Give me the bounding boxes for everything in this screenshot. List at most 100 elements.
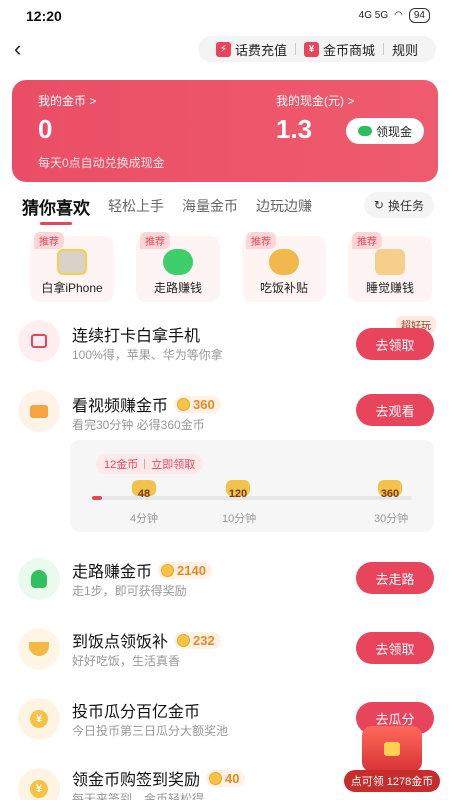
task-desc: 100%得，苹果、华为等你拿 (72, 348, 223, 362)
task-row-meal: 到饭点领饭补 232 好好吃饭，生活真香 去领取 (0, 626, 450, 676)
switch-task-label: 换任务 (387, 198, 424, 213)
recharge-label: 话费充值 (234, 42, 287, 58)
task-title-text: 连续打卡白拿手机 (72, 328, 201, 345)
network-indicator: 4G 5G (358, 10, 389, 21)
coin-icon (177, 633, 191, 647)
task-desc: 看完30分钟 必得360金币 (72, 418, 205, 432)
sleeping-person-icon (375, 249, 405, 275)
task-title-text: 走路赚金币 (72, 564, 153, 581)
task-title: 看视频赚金币 360 (72, 392, 221, 416)
video-camera-icon (18, 390, 60, 432)
claim-button[interactable]: 去领取 (356, 328, 434, 360)
coin-mall-button[interactable]: ¥ 金币商城 (296, 40, 383, 59)
task-desc: 好好吃饭，生活真香 (72, 654, 181, 668)
quick-entry-label: 走路赚钱 (153, 281, 202, 295)
back-arrow-icon[interactable]: ‹ (14, 38, 38, 62)
claim-chip[interactable]: 12金币 立即领取 (96, 454, 204, 474)
quick-entry-meal[interactable]: 推荐 吃饭补贴 (242, 232, 326, 302)
task-title: 连续打卡白拿手机 (72, 322, 200, 346)
battery-indicator: 94 (408, 8, 430, 23)
yen-icon: ¥ (303, 41, 319, 57)
quick-entry-iphone[interactable]: 推荐 白拿iPhone (30, 232, 114, 302)
coin-icon (161, 563, 175, 577)
coin-mall-label: 金币商城 (322, 42, 375, 58)
coin-yuan-icon: ¥ (18, 698, 60, 740)
quick-entry-walk[interactable]: 推荐 走路赚钱 (136, 232, 220, 302)
my-cash-link[interactable]: 我的现金(元) > (276, 92, 354, 109)
lightning-icon: ⚡ (215, 41, 231, 57)
coins-value: 0 (38, 114, 53, 144)
coin-bag-icon: 48 (132, 480, 156, 500)
switch-task-button[interactable]: ↻ 换任务 (363, 192, 434, 218)
top-nav: ‹ ⚡ 话费充值 ¥ 金币商城 规则 (0, 34, 450, 66)
chip-claim: 立即领取 (151, 459, 196, 471)
status-icons: 4G 5G ◠ 94 (359, 8, 430, 23)
coin-bag-icon: 360 (378, 480, 402, 500)
quick-entry-row: 推荐 白拿iPhone 推荐 走路赚钱 推荐 吃饭补贴 推荐 睡觉赚钱 (30, 232, 432, 302)
coin-reward-pill: 360 (174, 395, 221, 413)
coin-reward-pill: 40 (206, 769, 246, 787)
task-title: 领金币购签到奖励 40 (72, 766, 246, 790)
task-desc: 走1步，即可获得奖励 (72, 584, 187, 598)
chip-coins: 12金币 (104, 459, 139, 471)
task-row-walk: 走路赚金币 2140 走1步，即可获得奖励 去走路 (0, 556, 450, 606)
withdraw-label: 领现金 (375, 124, 412, 139)
wechat-icon (357, 126, 372, 136)
tab-easy-start[interactable]: 轻松上手 (108, 196, 164, 216)
chip-divider (144, 459, 146, 469)
quick-entry-label: 睡觉赚钱 (365, 281, 414, 295)
rules-label: 规则 (391, 42, 418, 58)
recommend-badge: 推荐 (352, 232, 382, 249)
task-title: 走路赚金币 2140 (72, 558, 212, 582)
task-row-video: 看视频赚金币 360 看完30分钟 必得360金币 去观看 (0, 388, 450, 438)
treasure-chest-icon (362, 726, 422, 772)
task-title-text: 看视频赚金币 (72, 398, 169, 415)
milestone-time: 10分钟 (222, 513, 257, 525)
rules-button[interactable]: 规则 (384, 40, 426, 59)
claim-meal-button[interactable]: 去领取 (356, 632, 434, 664)
task-title-text: 领金币购签到奖励 (72, 772, 201, 789)
coin-reward-value: 40 (225, 770, 240, 786)
task-title-text: 投币瓜分百亿金币 (72, 704, 201, 721)
withdraw-button[interactable]: 领现金 (346, 118, 424, 144)
coin-bag-icon: 120 (226, 480, 250, 500)
milestone-2: 120 10分钟 (222, 480, 257, 526)
my-coins-link[interactable]: 我的金币 > (38, 92, 96, 109)
milestone-1: 48 4分钟 (128, 480, 160, 526)
video-progress-panel: 12金币 立即领取 48 4分钟 120 10分钟 360 30分钟 (70, 440, 434, 532)
coin-reward-value: 360 (193, 396, 215, 412)
wifi-icon: ◠ (394, 10, 403, 21)
task-tabs: 猜你喜欢 轻松上手 海量金币 边玩边赚 ↻ 换任务 (22, 192, 438, 225)
coin-icon (177, 397, 191, 411)
phone-box-icon (18, 320, 60, 362)
cash-value: 1.3 (276, 114, 313, 144)
floating-reward-chest[interactable]: 点可领 1278金币 (344, 724, 440, 796)
coin-yuan-icon: ¥ (18, 768, 60, 800)
tab-play-earn[interactable]: 边玩边赚 (256, 196, 312, 216)
status-time: 12:20 (26, 8, 62, 24)
iphone-icon (57, 249, 87, 275)
recommend-badge: 推荐 (246, 232, 276, 249)
task-title: 投币瓜分百亿金币 (72, 698, 200, 722)
nav-pill-group: ⚡ 话费充值 ¥ 金币商城 规则 (197, 36, 436, 62)
exchange-note: 每天0点自动兑换成现金 (38, 156, 165, 170)
meal-bowl-icon (269, 249, 299, 275)
recommend-badge: 推荐 (34, 232, 64, 249)
coin-reward-pill: 232 (174, 631, 221, 649)
coin-icon (209, 771, 223, 785)
tab-massive-coins[interactable]: 海量金币 (182, 196, 238, 216)
task-desc: 今日投币第三日瓜分大额奖池 (72, 724, 229, 738)
watch-button[interactable]: 去观看 (356, 394, 434, 426)
refresh-icon: ↻ (373, 198, 384, 212)
milestone-time: 30分钟 (374, 513, 409, 525)
progress-fill (92, 496, 102, 500)
recharge-button[interactable]: ⚡ 话费充值 (208, 40, 295, 59)
task-desc: 每天来签到，金币轻松得 (72, 792, 205, 800)
milestone-time: 4分钟 (129, 513, 159, 525)
quick-entry-sleep[interactable]: 推荐 睡觉赚钱 (348, 232, 432, 302)
walk-button[interactable]: 去走路 (356, 562, 434, 594)
task-title: 到饭点领饭补 232 (72, 628, 221, 652)
walking-person-icon (18, 558, 60, 600)
coin-reward-value: 232 (193, 632, 215, 648)
tab-guess-like[interactable]: 猜你喜欢 (22, 194, 90, 225)
